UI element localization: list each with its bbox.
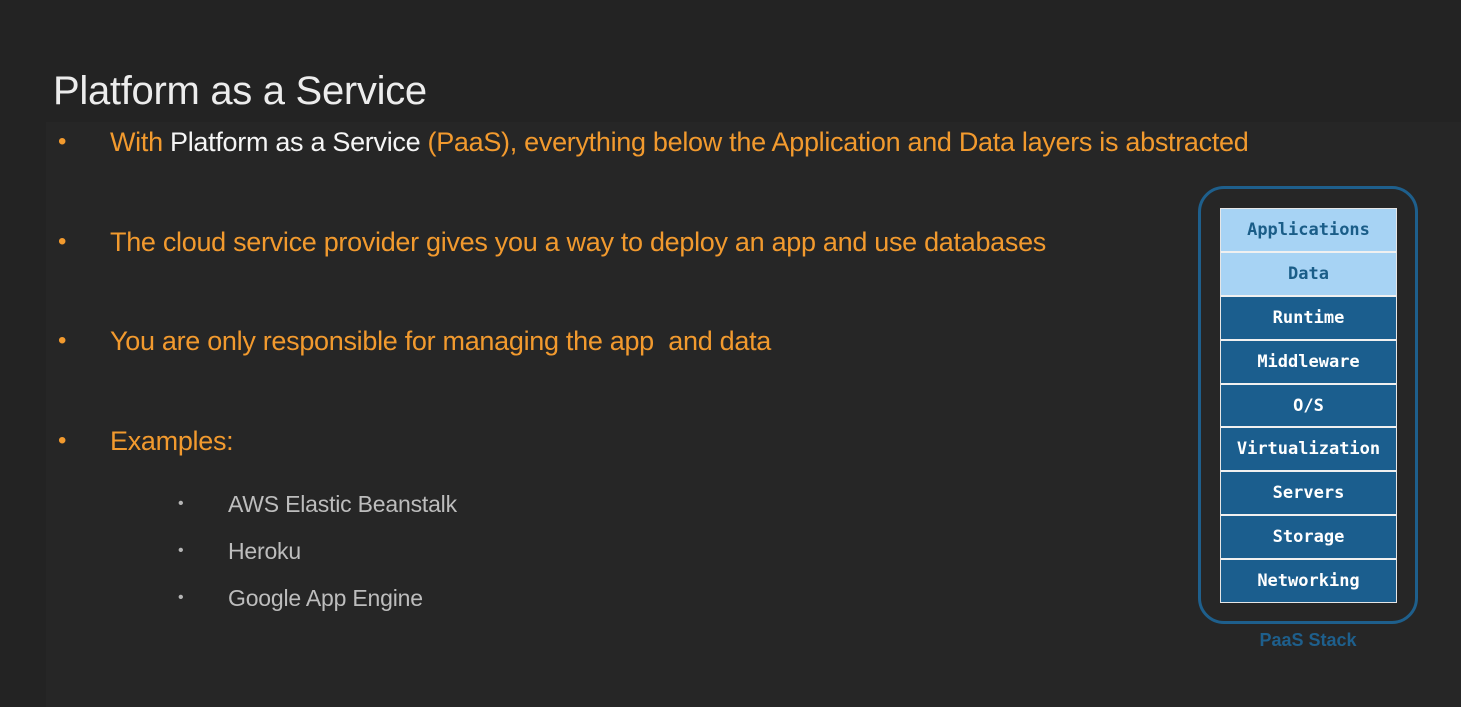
example-item-aws-elastic-beanstalk: • AWS Elastic Beanstalk xyxy=(0,488,600,520)
example-text: AWS Elastic Beanstalk xyxy=(228,491,457,517)
slide-title: Platform as a Service xyxy=(53,68,427,113)
sub-bullet-marker: • xyxy=(178,495,184,512)
bullet-item-responsibility: • You are only responsible for managing … xyxy=(0,321,1200,361)
bullet-marker: • xyxy=(58,427,67,454)
paas-stack-diagram: Applications Data Runtime Middleware O/S… xyxy=(1220,208,1397,603)
bullet-item-paas-definition: • With Platform as a Service (PaaS), eve… xyxy=(0,122,1249,162)
bullet-item-provider: • The cloud service provider gives you a… xyxy=(0,222,1200,262)
stack-layer-os: O/S xyxy=(1221,384,1396,429)
stack-layer-storage: Storage xyxy=(1221,516,1396,561)
example-text: Google App Engine xyxy=(228,585,423,611)
bullet-text-post: (PaaS), everything below the Application… xyxy=(420,127,1249,157)
paas-stack-caption: PaaS Stack xyxy=(1259,630,1357,650)
stack-layer-middleware: Middleware xyxy=(1221,340,1396,385)
bullet-text-pre: With xyxy=(110,127,171,157)
stack-layer-runtime: Runtime xyxy=(1221,296,1396,341)
stack-layer-networking: Networking xyxy=(1221,560,1396,603)
bullet-text: Examples: xyxy=(110,426,234,456)
bullet-text: With Platform as a Service (PaaS), every… xyxy=(110,122,1249,162)
bullet-text: You are only responsible for managing th… xyxy=(110,326,771,356)
bullet-text-highlight: Platform as a Service xyxy=(170,127,421,157)
bullet-marker: • xyxy=(58,327,67,354)
example-text: Heroku xyxy=(228,538,301,564)
sub-bullet-marker: • xyxy=(178,542,184,559)
bullet-text: The cloud service provider gives you a w… xyxy=(110,227,1046,257)
bullet-marker: • xyxy=(58,228,67,255)
stack-layer-virtualization: Virtualization xyxy=(1221,428,1396,473)
stack-layer-applications: Applications xyxy=(1221,209,1396,253)
sub-bullet-marker: • xyxy=(178,589,184,606)
stack-layer-servers: Servers xyxy=(1221,472,1396,517)
example-item-heroku: • Heroku xyxy=(0,535,600,567)
stack-layer-data: Data xyxy=(1221,252,1396,297)
bullet-item-examples: • Examples: xyxy=(0,421,1200,461)
example-item-google-app-engine: • Google App Engine xyxy=(0,582,600,614)
bullet-marker: • xyxy=(58,128,67,155)
